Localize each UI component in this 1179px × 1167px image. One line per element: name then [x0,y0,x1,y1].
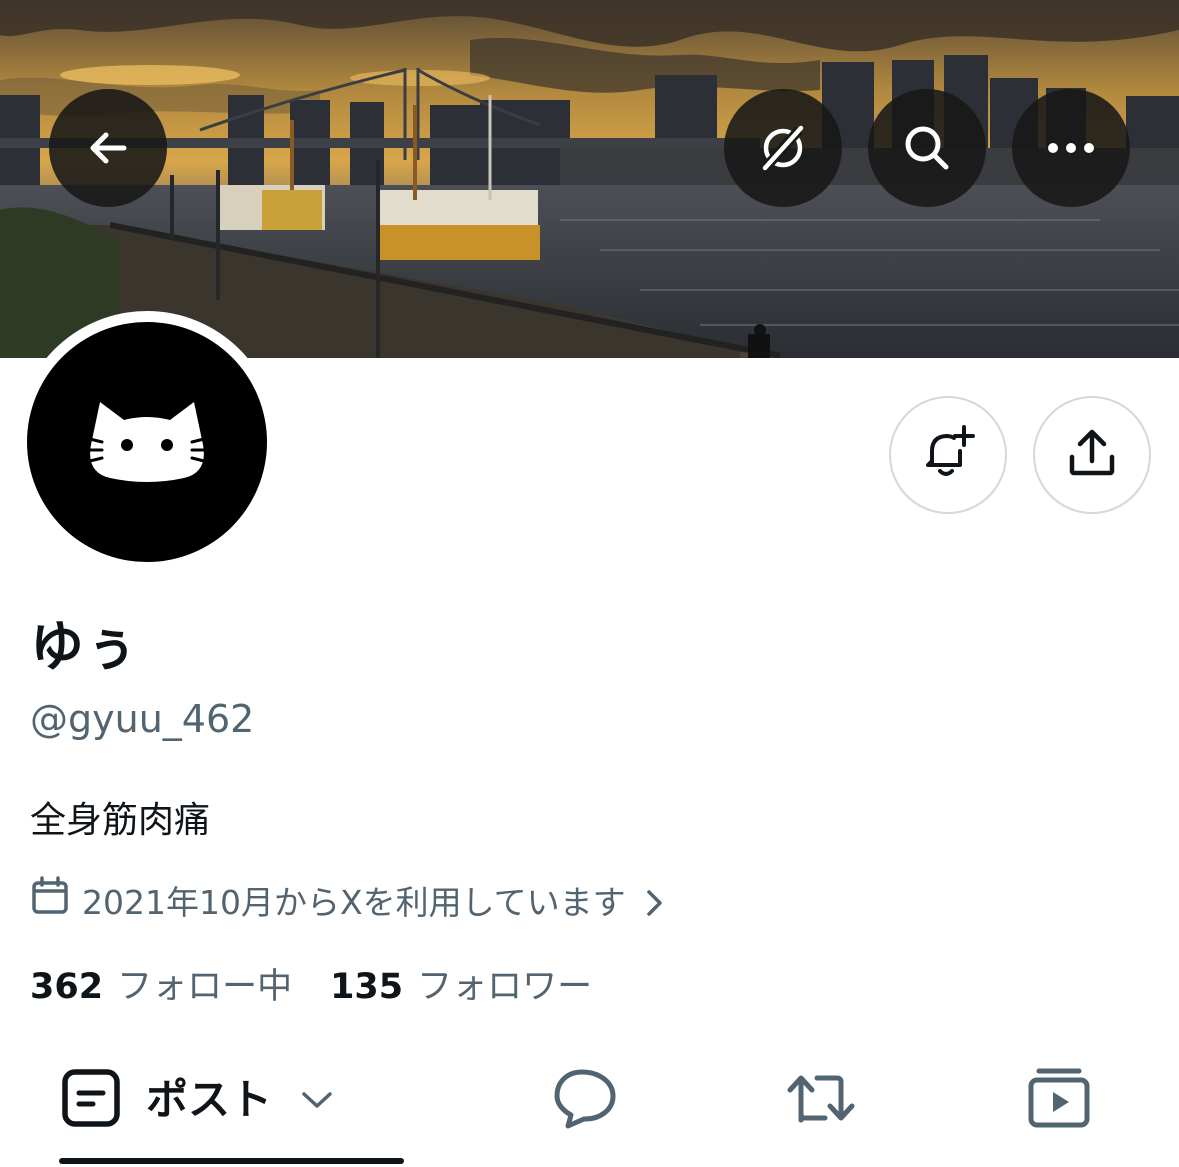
following-label: フォロー中 [117,967,293,1007]
profile-bio: 全身筋肉痛 [30,800,211,841]
repost-icon [785,1068,857,1132]
post-icon [60,1067,122,1133]
search-button[interactable] [868,89,986,207]
tab-replies[interactable] [540,1040,630,1160]
search-icon [901,122,953,174]
followers-label: フォロワー [417,967,593,1007]
notification-subscribe-button[interactable] [889,396,1007,514]
grok-icon [757,122,809,174]
username-handle: @gyuu_462 [30,697,255,741]
tab-posts[interactable]: ポスト [60,1040,404,1160]
followers-count: 135 [330,967,404,1007]
avatar[interactable] [27,322,267,562]
display-name: ゆぅ [30,615,138,678]
profile-page: ゆぅ @gyuu_462 全身筋肉痛 2021年10月からXを利用しています 3… [0,0,1179,1167]
grok-button[interactable] [724,89,842,207]
profile-banner[interactable] [0,0,1179,358]
more-button[interactable] [1012,89,1130,207]
following-count: 362 [30,967,104,1007]
arrow-left-icon [84,124,132,172]
followers-link[interactable]: 135 フォロワー [330,962,592,1012]
bell-plus-icon [918,423,978,487]
media-video-icon [1027,1066,1091,1134]
calendar-icon [30,876,70,930]
chevron-down-icon[interactable] [300,1089,334,1111]
more-horizontal-icon [1046,141,1096,155]
cat-face-icon [72,390,222,494]
tab-posts-label: ポスト [146,1075,273,1124]
joined-date[interactable]: 2021年10月からXを利用しています [30,876,666,930]
reply-bubble-icon [552,1067,618,1133]
tab-media[interactable] [1014,1040,1104,1160]
back-button[interactable] [49,89,167,207]
share-button[interactable] [1033,396,1151,514]
chevron-right-icon [644,887,666,919]
profile-tabs: ポスト [0,1040,1179,1167]
follow-stats: 362 フォロー中 135 フォロワー [30,962,592,1012]
following-link[interactable]: 362 フォロー中 [30,962,292,1012]
active-tab-indicator [59,1158,404,1164]
tab-reposts[interactable] [776,1040,866,1160]
joined-date-text: 2021年10月からXを利用しています [82,883,626,922]
share-upload-icon [1064,425,1120,485]
